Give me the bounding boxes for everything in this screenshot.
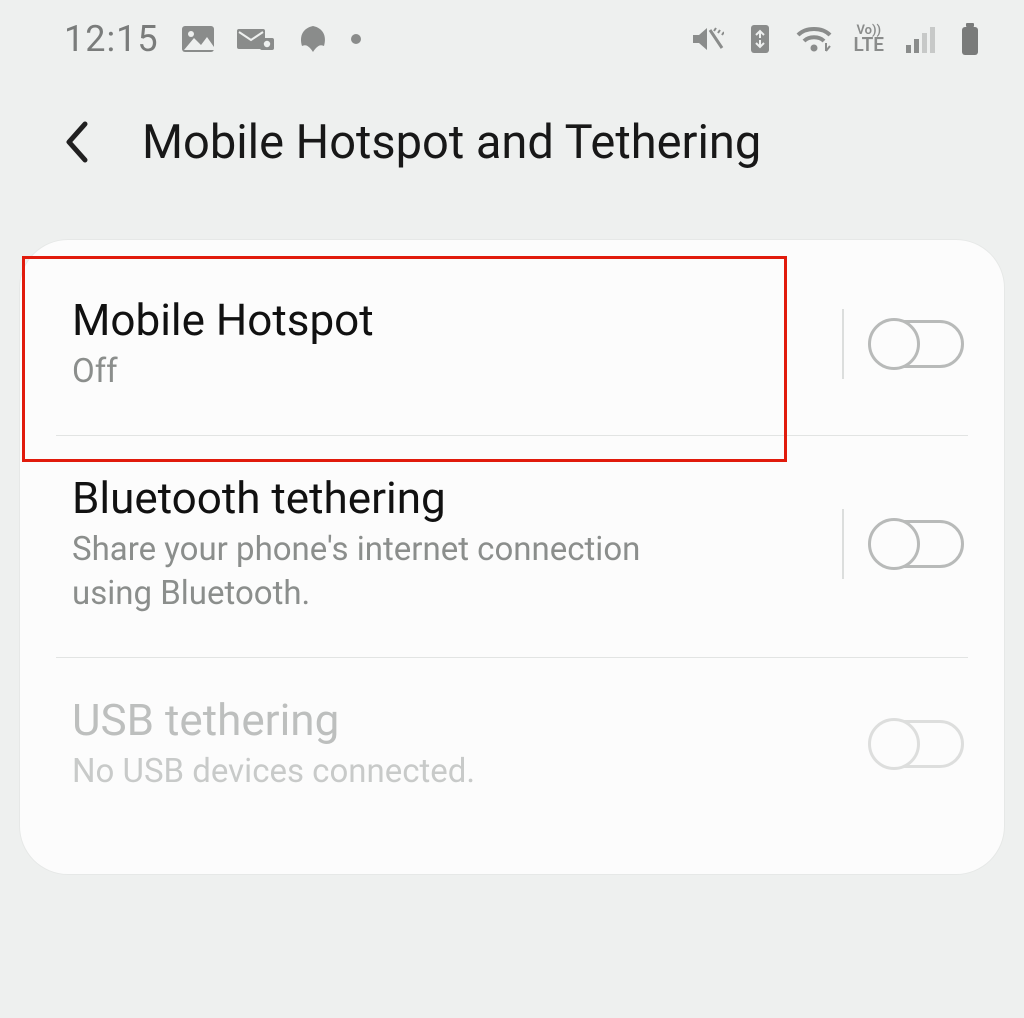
status-bar-right: Vo)) LTE (690, 23, 980, 55)
leaf-icon (297, 24, 329, 54)
envelope-camera-icon (237, 25, 275, 53)
setting-text[interactable]: Bluetooth tethering Share your phone's i… (72, 472, 842, 617)
setting-title: Bluetooth tethering (72, 472, 834, 524)
setting-text: USB tethering No USB devices connected. (72, 694, 870, 795)
status-bar-left: 12:15 (64, 18, 361, 60)
setting-row-mobile-hotspot[interactable]: Mobile Hotspot Off (20, 240, 1004, 435)
picture-icon (181, 25, 215, 53)
setting-row-usb-tethering: USB tethering No USB devices connected. (56, 657, 968, 835)
back-button[interactable] (52, 112, 100, 172)
header: Mobile Hotspot and Tethering (0, 64, 1024, 222)
page-title: Mobile Hotspot and Tethering (142, 115, 761, 170)
setting-row-bluetooth-tethering[interactable]: Bluetooth tethering Share your phone's i… (56, 435, 968, 657)
volte-icon: Vo)) LTE (854, 26, 884, 52)
toggle-mobile-hotspot[interactable] (870, 320, 964, 368)
settings-card: Mobile Hotspot Off Bluetooth tethering S… (20, 240, 1004, 874)
battery-icon (960, 23, 980, 55)
vertical-separator (842, 309, 844, 379)
toggle-usb-tethering (870, 720, 964, 768)
chevron-left-icon (63, 120, 89, 164)
status-time: 12:15 (64, 18, 159, 60)
setting-title: USB tethering (72, 694, 862, 746)
signal-icon (906, 25, 938, 53)
data-saver-icon (746, 23, 774, 55)
setting-subtitle: Off (72, 350, 834, 395)
vertical-separator (842, 509, 844, 579)
mute-vibrate-icon (690, 24, 724, 54)
toggle-bluetooth-tethering[interactable] (870, 520, 964, 568)
setting-text[interactable]: Mobile Hotspot Off (72, 294, 842, 395)
dot-icon (351, 34, 361, 44)
setting-subtitle: Share your phone's internet connection u… (72, 528, 672, 617)
setting-subtitle: No USB devices connected. (72, 750, 862, 795)
volte-label: LTE (854, 37, 884, 52)
setting-title: Mobile Hotspot (72, 294, 834, 346)
wifi-icon (796, 25, 832, 53)
status-bar: 12:15 Vo)) LTE (0, 0, 1024, 64)
